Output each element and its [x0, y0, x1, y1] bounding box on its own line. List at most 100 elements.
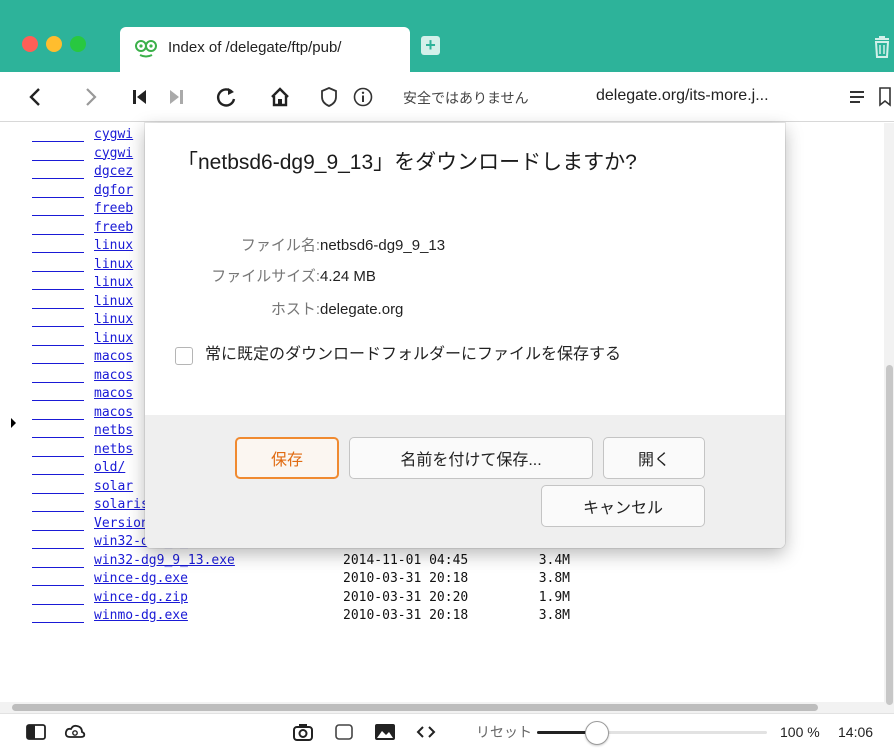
- icon-placeholder-link[interactable]: [32, 548, 84, 549]
- url-text[interactable]: delegate.org/its-more.j...: [596, 87, 769, 105]
- filename-value: netbsd6-dg9_9_13: [320, 237, 446, 254]
- download-dialog: 「netbsd6-dg9_9_13」をダウンロードしますか? ファイル名: ne…: [145, 123, 785, 548]
- icon-placeholder-link[interactable]: [32, 159, 84, 161]
- host-value: delegate.org: [320, 301, 404, 318]
- icon-placeholder-link[interactable]: [32, 307, 84, 309]
- horizontal-scrollbar-thumb[interactable]: [12, 704, 818, 711]
- forward-icon[interactable]: [78, 82, 104, 112]
- icon-placeholder-link[interactable]: [32, 270, 84, 272]
- tab-active[interactable]: Index of /delegate/ftp/pub/: [120, 27, 410, 72]
- icon-placeholder-link[interactable]: [32, 474, 84, 475]
- file-link[interactable]: macos: [94, 404, 133, 422]
- reload-icon[interactable]: [212, 82, 240, 112]
- new-tab-icon[interactable]: +: [421, 36, 440, 55]
- window-maximize-button[interactable]: [70, 36, 86, 52]
- dialog-button-area: 保存 名前を付けて保存... 開く キャンセル: [145, 415, 785, 548]
- host-row: ホスト: delegate.org: [145, 299, 785, 321]
- file-link[interactable]: wince-dg.zip: [94, 589, 188, 607]
- file-link[interactable]: win32-dg9_9_13.exe: [94, 552, 235, 570]
- file-link[interactable]: macos: [94, 348, 133, 366]
- zoom-slider[interactable]: [537, 721, 767, 745]
- trash-icon[interactable]: [872, 36, 892, 58]
- caret-marker-icon: [11, 418, 16, 428]
- icon-placeholder-link[interactable]: [32, 529, 84, 531]
- icon-placeholder-link[interactable]: [32, 326, 84, 327]
- window-minimize-button[interactable]: [46, 36, 62, 52]
- list-item: win32-dg9_9_13.exe 2014-11-01 04:45 3.4M: [0, 552, 884, 570]
- shield-icon[interactable]: [318, 86, 340, 108]
- icon-placeholder-link[interactable]: [32, 381, 84, 383]
- icon-placeholder-link[interactable]: [32, 455, 84, 457]
- bookmark-icon[interactable]: [878, 87, 892, 107]
- clock: 14:06: [838, 724, 874, 740]
- always-save-checkbox-label[interactable]: 常に既定のダウンロードフォルダーにファイルを保存する: [205, 343, 745, 367]
- icon-placeholder-link[interactable]: [32, 196, 84, 198]
- vertical-scrollbar[interactable]: [884, 123, 894, 713]
- file-link[interactable]: netbs: [94, 422, 133, 440]
- file-link[interactable]: solar: [94, 478, 133, 496]
- fast-forward-icon[interactable]: [164, 82, 188, 112]
- file-link[interactable]: linux: [94, 256, 133, 274]
- capture-icon[interactable]: [292, 714, 314, 749]
- tiling-icon[interactable]: [334, 714, 354, 749]
- file-link[interactable]: cygwi: [94, 126, 133, 144]
- icon-placeholder-link[interactable]: [32, 233, 84, 235]
- page-actions-icon[interactable]: [416, 714, 436, 749]
- filename-label: ファイル名:: [240, 237, 320, 254]
- icon-placeholder-link[interactable]: [32, 511, 84, 512]
- file-link[interactable]: cygwi: [94, 145, 133, 163]
- icon-placeholder-link[interactable]: [32, 418, 84, 420]
- horizontal-scrollbar[interactable]: [0, 702, 884, 713]
- images-icon[interactable]: [374, 714, 396, 749]
- file-date: 2014-11-01 04:45: [343, 552, 469, 568]
- icon-placeholder-link[interactable]: [32, 585, 84, 586]
- zoom-reset-label[interactable]: リセット: [476, 714, 532, 749]
- icon-placeholder-link[interactable]: [32, 603, 84, 605]
- file-link[interactable]: dgcez: [94, 163, 133, 181]
- icon-placeholder-link[interactable]: [32, 252, 84, 253]
- sync-cloud-icon[interactable]: [64, 714, 86, 749]
- icon-placeholder-link[interactable]: [32, 492, 84, 494]
- file-link[interactable]: winmo-dg.exe: [94, 607, 188, 625]
- window-close-button[interactable]: [22, 36, 38, 52]
- home-icon[interactable]: [266, 82, 294, 112]
- cancel-button[interactable]: キャンセル: [541, 485, 705, 527]
- icon-placeholder-link[interactable]: [32, 363, 84, 364]
- back-icon[interactable]: [22, 82, 48, 112]
- icon-placeholder-link[interactable]: [32, 400, 84, 401]
- status-bar: リセット 100 % 14:06: [0, 713, 894, 749]
- address-bar[interactable]: 安全ではありません delegate.org/its-more.j...: [318, 82, 894, 112]
- icon-placeholder-link[interactable]: [32, 344, 84, 346]
- icon-placeholder-link[interactable]: [32, 566, 84, 568]
- open-button[interactable]: 開く: [603, 437, 705, 479]
- zoom-slider-knob[interactable]: [585, 721, 609, 745]
- icon-placeholder-link[interactable]: [32, 437, 84, 438]
- icon-placeholder-link[interactable]: [32, 622, 84, 623]
- file-link[interactable]: freeb: [94, 200, 133, 218]
- icon-placeholder-link[interactable]: [32, 215, 84, 216]
- icon-placeholder-link[interactable]: [32, 141, 84, 142]
- file-link[interactable]: macos: [94, 385, 133, 403]
- file-link[interactable]: linux: [94, 274, 133, 292]
- file-link[interactable]: old/: [94, 459, 125, 477]
- file-link[interactable]: wince-dg.exe: [94, 570, 188, 588]
- file-link[interactable]: linux: [94, 330, 133, 348]
- file-link[interactable]: linux: [94, 293, 133, 311]
- file-link[interactable]: linux: [94, 237, 133, 255]
- reader-view-icon[interactable]: [848, 88, 866, 106]
- file-link[interactable]: macos: [94, 367, 133, 385]
- always-save-checkbox[interactable]: [175, 347, 193, 365]
- icon-placeholder-link[interactable]: [32, 178, 84, 179]
- file-link[interactable]: linux: [94, 311, 133, 329]
- file-link[interactable]: freeb: [94, 219, 133, 237]
- zoom-level: 100 %: [780, 724, 820, 740]
- icon-placeholder-link[interactable]: [32, 289, 84, 290]
- save-as-button[interactable]: 名前を付けて保存...: [349, 437, 593, 479]
- info-icon[interactable]: [352, 86, 374, 108]
- file-link[interactable]: netbs: [94, 441, 133, 459]
- save-button[interactable]: 保存: [235, 437, 339, 479]
- vertical-scrollbar-thumb[interactable]: [886, 365, 893, 705]
- rewind-icon[interactable]: [128, 82, 152, 112]
- file-link[interactable]: dgfor: [94, 182, 133, 200]
- panel-toggle-icon[interactable]: [26, 714, 46, 749]
